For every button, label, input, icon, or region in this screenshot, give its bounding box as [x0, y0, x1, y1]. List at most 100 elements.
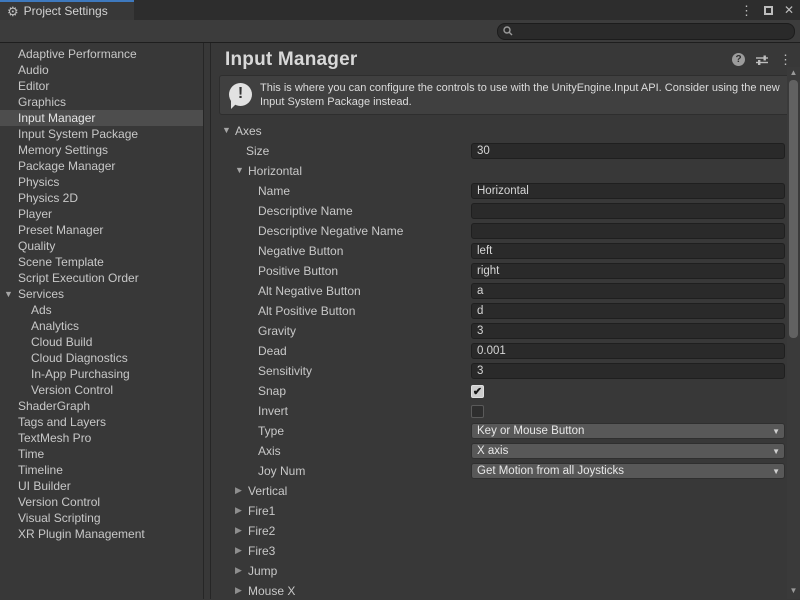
sidebar-item[interactable]: Version Control — [0, 494, 203, 510]
sidebar-item[interactable]: Editor — [0, 78, 203, 94]
sidebar-item-label: Scene Template — [18, 255, 104, 269]
window-menu-icon[interactable]: ⋮ — [740, 4, 753, 17]
sidebar-item[interactable]: ▼ Services — [0, 286, 203, 302]
close-icon[interactable]: ✕ — [784, 4, 794, 16]
setting-dropdown[interactable]: Get Motion from all Joysticks▼ — [471, 463, 785, 479]
sidebar-item[interactable]: Physics 2D — [0, 190, 203, 206]
sidebar-item-label: Services — [18, 287, 64, 301]
sidebar-item-label: Cloud Build — [31, 335, 92, 349]
sidebar-item-label: Time — [18, 447, 44, 461]
content-split: Adaptive PerformanceAudioEditorGraphicsI… — [0, 43, 800, 599]
setting-text-field[interactable] — [471, 143, 785, 159]
setting-label[interactable]: Fire3 — [248, 544, 275, 558]
sidebar-item[interactable]: Input System Package — [0, 126, 203, 142]
maximize-icon[interactable] — [764, 6, 773, 15]
scroll-down-icon[interactable]: ▼ — [787, 585, 800, 597]
foldout-closed-icon[interactable]: ▶ — [235, 505, 242, 516]
sidebar-item[interactable]: Visual Scripting — [0, 510, 203, 526]
setting-row: Joy Num Get Motion from all Joysticks▼ — [211, 461, 800, 481]
setting-label[interactable]: Vertical — [248, 484, 287, 498]
sidebar-item-label: Timeline — [18, 463, 63, 477]
setting-label[interactable]: Axes — [235, 124, 262, 138]
setting-label[interactable]: Jump — [248, 564, 277, 578]
tab-label: Project Settings — [24, 4, 108, 18]
sidebar-item[interactable]: Player — [0, 206, 203, 222]
search-input[interactable] — [516, 25, 794, 37]
setting-label[interactable]: Horizontal — [248, 164, 302, 178]
setting-label[interactable]: Mouse X — [248, 584, 295, 598]
sidebar-item[interactable]: Time — [0, 446, 203, 462]
setting-label: Positive Button — [258, 264, 338, 278]
setting-checkbox[interactable] — [471, 405, 484, 418]
info-box: ! This is where you can configure the co… — [219, 75, 791, 115]
scroll-up-icon[interactable]: ▲ — [787, 67, 800, 79]
setting-row: Descriptive Name — [211, 201, 800, 221]
sidebar-item[interactable]: Memory Settings — [0, 142, 203, 158]
sidebar-item[interactable]: Quality — [0, 238, 203, 254]
sidebar-item[interactable]: Adaptive Performance — [0, 46, 203, 62]
setting-text-field[interactable] — [471, 283, 785, 299]
foldout-open-icon[interactable]: ▼ — [235, 165, 244, 175]
setting-checkbox[interactable]: ✔ — [471, 385, 484, 398]
setting-dropdown[interactable]: Key or Mouse Button▼ — [471, 423, 785, 439]
sidebar-item[interactable]: Script Execution Order — [0, 270, 203, 286]
setting-text-field[interactable] — [471, 323, 785, 339]
setting-label: Negative Button — [258, 244, 343, 258]
sidebar-item[interactable]: In-App Purchasing — [0, 366, 203, 382]
foldout-closed-icon[interactable]: ▶ — [235, 565, 242, 576]
gear-icon: ⚙ — [7, 5, 19, 18]
sidebar-item[interactable]: Package Manager — [0, 158, 203, 174]
scrollbar-thumb[interactable] — [789, 80, 798, 338]
foldout-closed-icon[interactable]: ▶ — [235, 545, 242, 556]
vertical-scrollbar[interactable]: ▲ ▼ — [787, 67, 800, 599]
setting-row: ▼ Horizontal — [211, 161, 800, 181]
foldout-closed-icon[interactable]: ▶ — [235, 585, 242, 596]
setting-row: Gravity — [211, 321, 800, 341]
sidebar-item[interactable]: Physics — [0, 174, 203, 190]
setting-text-field[interactable] — [471, 203, 785, 219]
tab-project-settings[interactable]: ⚙ Project Settings — [0, 0, 134, 20]
sidebar-item[interactable]: Input Manager — [0, 110, 203, 126]
setting-text-field[interactable] — [471, 263, 785, 279]
setting-label[interactable]: Fire1 — [248, 504, 275, 518]
sidebar-item[interactable]: Timeline — [0, 462, 203, 478]
sidebar-item-label: Quality — [18, 239, 55, 253]
setting-label[interactable]: Fire2 — [248, 524, 275, 538]
help-icon[interactable]: ? — [732, 53, 745, 66]
sidebar-item[interactable]: UI Builder — [0, 478, 203, 494]
sidebar-item[interactable]: Scene Template — [0, 254, 203, 270]
sidebar-item[interactable]: Version Control — [0, 382, 203, 398]
sidebar-item[interactable]: Cloud Build — [0, 334, 203, 350]
sidebar-item[interactable]: Analytics — [0, 318, 203, 334]
more-options-icon[interactable]: ⋮ — [779, 53, 792, 66]
setting-text-field[interactable] — [471, 183, 785, 199]
setting-dropdown[interactable]: X axis▼ — [471, 443, 785, 459]
sidebar-item[interactable]: Preset Manager — [0, 222, 203, 238]
sidebar-item[interactable]: TextMesh Pro — [0, 430, 203, 446]
sidebar-item[interactable]: XR Plugin Management — [0, 526, 203, 542]
sidebar-item-label: In-App Purchasing — [31, 367, 130, 381]
setting-text-field[interactable] — [471, 343, 785, 359]
search-box[interactable] — [497, 23, 795, 40]
sidebar-item[interactable]: Cloud Diagnostics — [0, 350, 203, 366]
foldout-open-icon[interactable]: ▼ — [222, 125, 231, 135]
setting-text-field[interactable] — [471, 223, 785, 239]
setting-text-field[interactable] — [471, 243, 785, 259]
foldout-open-icon[interactable]: ▼ — [4, 286, 13, 302]
setting-row: ▶ Fire1 — [211, 501, 800, 521]
sidebar-item[interactable]: Audio — [0, 62, 203, 78]
panel-resize-handle[interactable] — [203, 43, 211, 599]
sidebar-item-label: Input Manager — [18, 111, 95, 125]
preset-icon[interactable] — [755, 54, 769, 66]
sidebar-item-label: Physics — [18, 175, 59, 189]
sidebar-item[interactable]: Ads — [0, 302, 203, 318]
setting-text-field[interactable] — [471, 303, 785, 319]
sidebar-item[interactable]: Graphics — [0, 94, 203, 110]
foldout-closed-icon[interactable]: ▶ — [235, 485, 242, 496]
sidebar-item[interactable]: ShaderGraph — [0, 398, 203, 414]
setting-text-field[interactable] — [471, 363, 785, 379]
foldout-closed-icon[interactable]: ▶ — [235, 525, 242, 536]
sidebar: Adaptive PerformanceAudioEditorGraphicsI… — [0, 43, 203, 599]
setting-label: Joy Num — [258, 464, 305, 478]
sidebar-item[interactable]: Tags and Layers — [0, 414, 203, 430]
